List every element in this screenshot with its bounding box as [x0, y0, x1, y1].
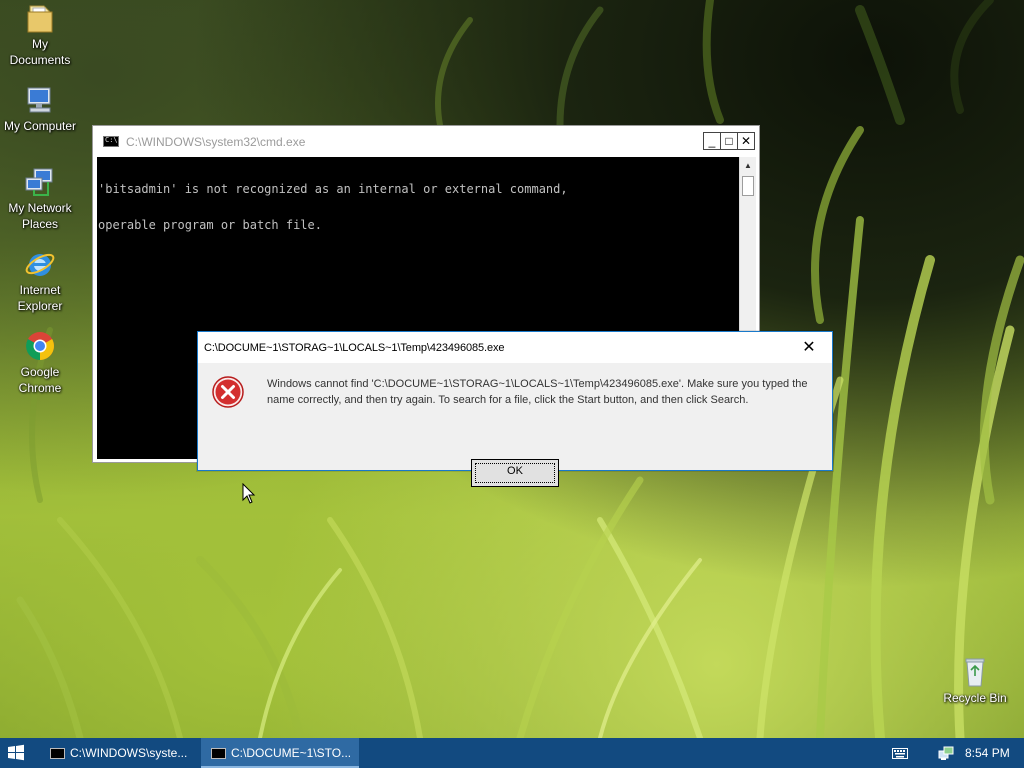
dialog-title: C:\DOCUME~1\STORAG~1\LOCALS~1\Temp\42349…: [204, 342, 505, 354]
desktop-icon-label: My Computer: [3, 119, 77, 133]
desktop-icon-label: Google Chrome: [18, 365, 62, 395]
error-icon: [212, 376, 244, 408]
taskbar-item-label: C:\WINDOWS\syste...: [70, 746, 188, 760]
desktop-icon-label: My Documents: [9, 37, 71, 67]
close-button[interactable]: ✕: [737, 132, 755, 150]
ok-button[interactable]: OK: [471, 459, 559, 487]
recycle-bin-icon: [965, 658, 985, 687]
mouse-cursor-icon: [242, 483, 256, 504]
taskbar-item-cmd[interactable]: C:\WINDOWS\syste...: [40, 738, 198, 768]
desktop-icon-recycle-bin[interactable]: Recycle Bin: [935, 656, 1015, 706]
dialog-message: Windows cannot find 'C:\DOCUME~1\STORAG~…: [267, 378, 808, 406]
dialog-titlebar[interactable]: C:\DOCUME~1\STORAG~1\LOCALS~1\Temp\42349…: [198, 332, 832, 363]
dialog-body: Windows cannot find 'C:\DOCUME~1\STORAG~…: [198, 363, 832, 487]
maximize-button[interactable]: □: [720, 132, 738, 150]
desktop-icon-my-computer[interactable]: My Computer: [0, 84, 80, 134]
dialog-close-button[interactable]: ✕: [786, 332, 832, 363]
desktop-icon-my-documents[interactable]: My Documents: [0, 2, 80, 68]
network-places-icon: [25, 168, 53, 196]
scroll-up-arrow-icon[interactable]: ▲: [740, 157, 756, 174]
cmd-titlebar[interactable]: C:\WINDOWS\system32\cmd.exe _ □ ✕: [93, 126, 759, 156]
start-button[interactable]: [0, 738, 32, 768]
internet-explorer-icon: [25, 253, 55, 276]
console-line: operable program or batch file.: [98, 218, 322, 232]
my-documents-icon: [27, 5, 53, 33]
console-line: 'bitsadmin' is not recognized as an inte…: [98, 182, 568, 196]
cmd-title: C:\WINDOWS\system32\cmd.exe: [126, 135, 306, 149]
taskbar-item-label: C:\DOCUME~1\STO...: [231, 746, 352, 760]
desktop-icon-google-chrome[interactable]: Google Chrome: [0, 330, 80, 396]
taskbar: C:\WINDOWS\syste... C:\DOCUME~1\STO... 8…: [0, 738, 1024, 768]
error-dialog[interactable]: C:\DOCUME~1\STORAG~1\LOCALS~1\Temp\42349…: [197, 331, 833, 487]
my-computer-icon: [27, 87, 51, 113]
desktop-icon-internet-explorer[interactable]: Internet Explorer: [0, 248, 80, 314]
cmd-icon: [103, 136, 119, 147]
chrome-icon: [26, 332, 54, 360]
minimize-button[interactable]: _: [703, 132, 721, 150]
desktop-icon-label: Recycle Bin: [943, 691, 1007, 705]
desktop-icon-network-places[interactable]: My Network Places: [0, 166, 80, 232]
taskbar-item-error-dialog[interactable]: C:\DOCUME~1\STO...: [201, 738, 359, 768]
cmd-icon: [50, 748, 65, 759]
cmd-icon: [211, 748, 226, 759]
desktop-icon-label: My Network Places: [8, 201, 72, 231]
desktop-icon-label: Internet Explorer: [17, 283, 63, 313]
network-icon[interactable]: [938, 746, 954, 761]
scrollbar-thumb[interactable]: [742, 176, 754, 196]
taskbar-clock[interactable]: 8:54 PM: [965, 738, 1010, 768]
focus-rectangle: [475, 463, 555, 483]
keyboard-icon[interactable]: [892, 748, 908, 759]
